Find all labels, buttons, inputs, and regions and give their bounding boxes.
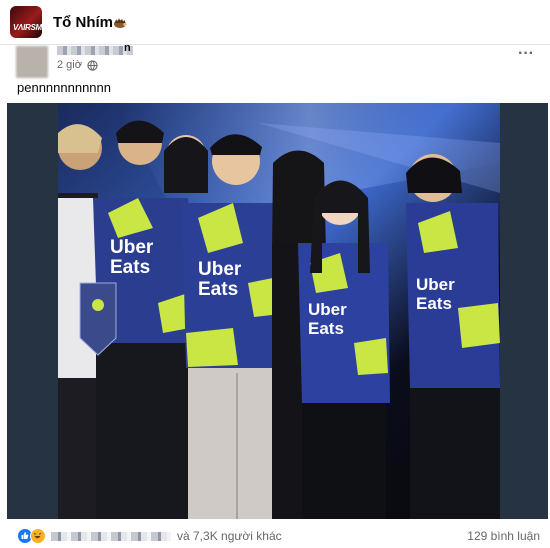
group-name[interactable]: Tổ Nhím bbox=[53, 14, 113, 31]
hedgehog-icon bbox=[114, 18, 127, 28]
post-text: pennnnnnnnnnn bbox=[17, 80, 111, 95]
svg-text:Eats: Eats bbox=[110, 257, 150, 278]
svg-text:Eats: Eats bbox=[308, 319, 344, 338]
photo-illustration: Uber Eats Uber Eats Uber Eats Uber Eats bbox=[58, 103, 500, 519]
haha-icon[interactable] bbox=[30, 528, 46, 544]
globe-icon bbox=[87, 60, 98, 71]
group-header: VΛIRSM Tổ Nhím bbox=[0, 0, 550, 45]
jersey-text-2: Uber bbox=[198, 259, 242, 280]
author-name-redacted[interactable] bbox=[57, 46, 133, 55]
post-header: n 2 giờ · ··· bbox=[0, 42, 550, 84]
svg-text:Eats: Eats bbox=[198, 279, 238, 300]
jersey-text-3: Uber bbox=[308, 300, 347, 319]
author-avatar[interactable] bbox=[16, 46, 48, 78]
svg-text:Eats: Eats bbox=[416, 294, 452, 313]
reaction-summary[interactable]: và 7,3K người khác bbox=[177, 529, 282, 543]
separator-dot: · bbox=[79, 59, 83, 71]
group-avatar[interactable]: VΛIRSM bbox=[10, 6, 42, 38]
reactor-names-redacted[interactable] bbox=[51, 532, 171, 541]
author-name-suffix: n bbox=[124, 42, 131, 54]
jersey-text-4: Uber bbox=[416, 275, 455, 294]
comment-count[interactable]: 129 bình luận bbox=[467, 529, 540, 543]
reaction-bar: và 7,3K người khác 129 bình luận bbox=[0, 520, 550, 548]
jersey-text-1: Uber bbox=[110, 237, 154, 258]
more-options-icon[interactable]: ··· bbox=[516, 46, 536, 62]
post-photo[interactable]: Uber Eats Uber Eats Uber Eats Uber Eats bbox=[58, 103, 500, 519]
group-avatar-text: VΛIRSM bbox=[13, 23, 42, 32]
